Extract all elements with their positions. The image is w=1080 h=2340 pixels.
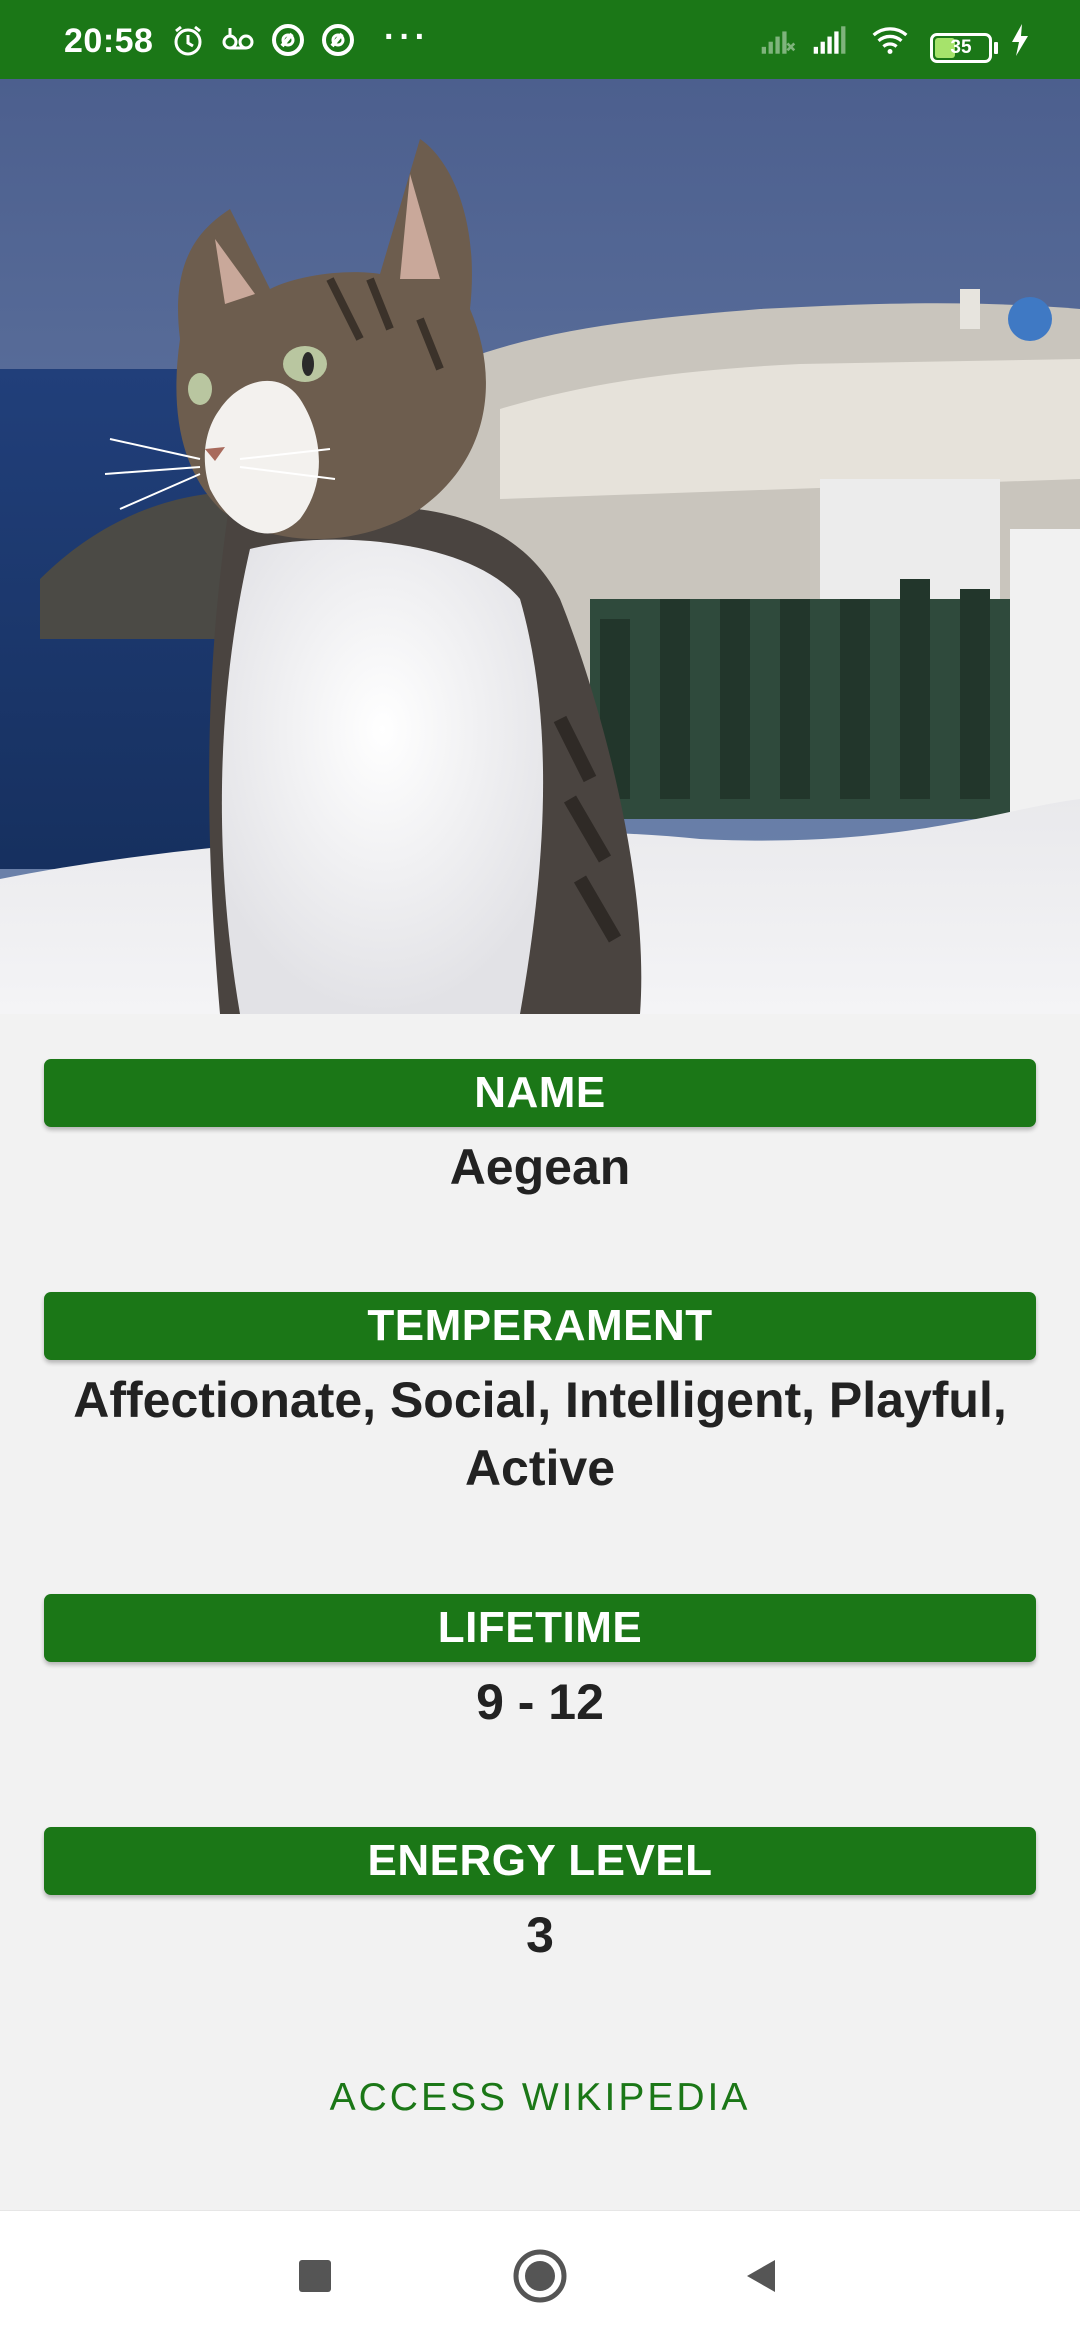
lifetime-section: LIFETIME 9 - 12 bbox=[44, 1594, 1036, 1736]
at-sign-icon bbox=[320, 22, 356, 58]
access-wikipedia-button[interactable]: ACCESS WIKIPEDIA bbox=[0, 2076, 1080, 2120]
energy-level-header: ENERGY LEVEL bbox=[44, 1827, 1036, 1895]
cat-photo bbox=[0, 79, 1080, 1014]
charging-icon bbox=[1002, 22, 1038, 58]
name-value: Aegean bbox=[449, 1139, 631, 1195]
lifetime-header: LIFETIME bbox=[44, 1594, 1036, 1662]
wifi-icon bbox=[872, 22, 908, 58]
temperament-header: TEMPERAMENT bbox=[44, 1292, 1036, 1360]
name-header: NAME bbox=[44, 1059, 1036, 1127]
status-time: 20:58 bbox=[64, 22, 154, 60]
home-circle-icon[interactable] bbox=[495, 2231, 585, 2321]
status-bar: 20:58 ··· 35 bbox=[0, 0, 1080, 79]
recents-square-icon[interactable] bbox=[270, 2231, 360, 2321]
name-section: NAME Aegean bbox=[44, 1059, 1036, 1201]
back-triangle-icon[interactable] bbox=[716, 2231, 806, 2321]
lifetime-value: 9 - 12 bbox=[476, 1674, 604, 1730]
signal-icon bbox=[812, 22, 848, 58]
battery-level: 35 bbox=[950, 37, 972, 58]
voicemail-icon bbox=[220, 22, 256, 58]
energy-level-value: 3 bbox=[526, 1907, 554, 1963]
at-sign-icon bbox=[270, 22, 306, 58]
energy-level-section: ENERGY LEVEL 3 bbox=[44, 1827, 1036, 1969]
alarm-icon bbox=[170, 22, 206, 58]
navigation-bar bbox=[0, 2210, 1080, 2340]
more-dots-icon: ··· bbox=[384, 18, 430, 56]
battery-icon: 35 bbox=[930, 33, 992, 63]
signal-off-icon bbox=[760, 22, 796, 58]
temperament-value: Affectionate, Social, Intelligent, Playf… bbox=[73, 1372, 1007, 1496]
temperament-section: TEMPERAMENT Affectionate, Social, Intell… bbox=[44, 1292, 1036, 1502]
